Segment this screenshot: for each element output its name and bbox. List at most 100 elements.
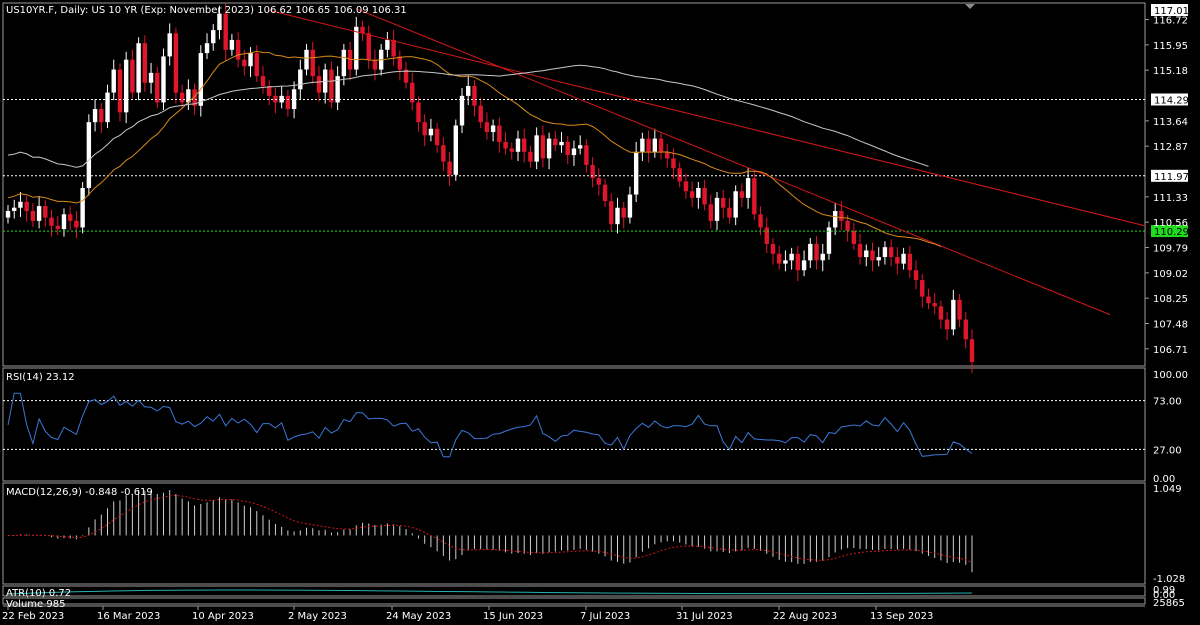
candle-body (304, 49, 309, 70)
rsi-tick-label: 73.00 (1153, 397, 1182, 408)
candle-body (577, 145, 583, 149)
candle-body (808, 243, 813, 261)
candle-body (123, 59, 129, 113)
candle-body (584, 145, 589, 165)
candle-body (559, 141, 564, 146)
candle-body (944, 319, 950, 330)
y-tick-label: 108.25 (1153, 294, 1188, 305)
rsi-panel-frame (2, 367, 1146, 482)
candle-body (671, 158, 676, 169)
candle-body (434, 128, 440, 146)
candle-body (801, 260, 807, 271)
candle-body (242, 59, 247, 67)
candle-body (565, 141, 570, 156)
x-tick-label: 15 Jun 2023 (483, 611, 543, 622)
candle-body (758, 214, 763, 228)
candle-body (876, 257, 881, 261)
candle-body (18, 201, 23, 208)
candle-body (179, 92, 185, 103)
candle-body (341, 49, 347, 77)
candle-body (901, 253, 906, 264)
candle-body (24, 201, 29, 212)
candle-body (173, 33, 179, 93)
candle-body (832, 211, 838, 228)
candle-body (198, 53, 203, 106)
candle-body (932, 303, 937, 307)
candle-body (416, 102, 421, 123)
candle-body (696, 187, 701, 198)
candle-body (857, 243, 863, 258)
candle-body (689, 191, 695, 198)
candle-body (459, 95, 465, 126)
x-tick-label: 2 May 2023 (288, 611, 347, 622)
candle-body (310, 49, 315, 77)
candle-body (61, 214, 67, 230)
candle-body (957, 299, 962, 320)
candle-body (285, 95, 291, 110)
candle-body (92, 109, 98, 123)
candle-body (366, 33, 371, 60)
candle-body (155, 72, 160, 103)
candle-body (783, 260, 788, 264)
candle-body (615, 207, 620, 225)
candle-body (148, 72, 154, 83)
atr-label: ATR(10) 0.72 (6, 588, 71, 599)
candle-body (652, 138, 658, 152)
y-tick-label: 112.87 (1153, 142, 1188, 153)
candle-body (534, 135, 539, 162)
y-tick-label: 110.56 (1153, 218, 1188, 229)
x-tick-label: 10 Apr 2023 (192, 611, 254, 622)
candle-body (777, 253, 782, 264)
candle-body (907, 253, 913, 271)
atr-panel-frame (2, 585, 1146, 597)
candle-body (360, 26, 365, 34)
candle-body (795, 253, 801, 271)
candle-body (136, 43, 141, 93)
candle-body (385, 39, 390, 50)
candle-body (130, 59, 135, 93)
y-tick-label: 107.48 (1153, 320, 1188, 331)
candle-body (316, 76, 322, 93)
y-tick-label: 106.71 (1153, 345, 1188, 356)
volume-tick-label: 25865 (1153, 598, 1185, 609)
x-tick-label: 22 Aug 2023 (773, 611, 837, 622)
y-tick-label: 113.64 (1153, 117, 1188, 128)
candle-body (167, 33, 172, 57)
candle-body (596, 178, 602, 185)
candle-body (522, 138, 527, 152)
candle-body (714, 197, 720, 221)
candle-body (478, 105, 483, 123)
candle-body (142, 43, 148, 83)
candle-body (727, 207, 732, 218)
candle-body (428, 128, 434, 136)
candle-body (12, 207, 17, 212)
y-tick-label: 111.33 (1153, 193, 1188, 204)
candle-body (99, 109, 104, 123)
candle-body (515, 138, 521, 152)
candle-body (864, 250, 869, 258)
candle-body (895, 257, 900, 264)
candle-body (229, 39, 235, 50)
candle-body (43, 206, 48, 218)
candle-body (441, 145, 446, 162)
candle-body (609, 201, 614, 225)
candle-body (702, 187, 707, 205)
candle-body (920, 280, 925, 297)
candle-body (646, 138, 651, 152)
candle-body (49, 217, 54, 226)
candle-body (571, 148, 577, 156)
y-tick-label: 109.79 (1153, 244, 1188, 255)
candle-body (528, 151, 533, 162)
chart-area[interactable]: 117.01114.29111.97110.29116.72115.95115.… (0, 0, 1200, 625)
candle-body (36, 206, 42, 221)
candle-body (951, 299, 956, 330)
volume-panel-frame (2, 597, 1146, 605)
candle-body (484, 122, 490, 133)
candle-body (472, 85, 477, 106)
candle-body (503, 141, 508, 149)
candle-body (117, 69, 123, 113)
x-tick-label: 31 Jul 2023 (676, 611, 733, 622)
chart-shift-marker-icon[interactable] (965, 4, 975, 9)
atr-line (7, 589, 973, 595)
trendline-lower (356, 8, 1111, 316)
